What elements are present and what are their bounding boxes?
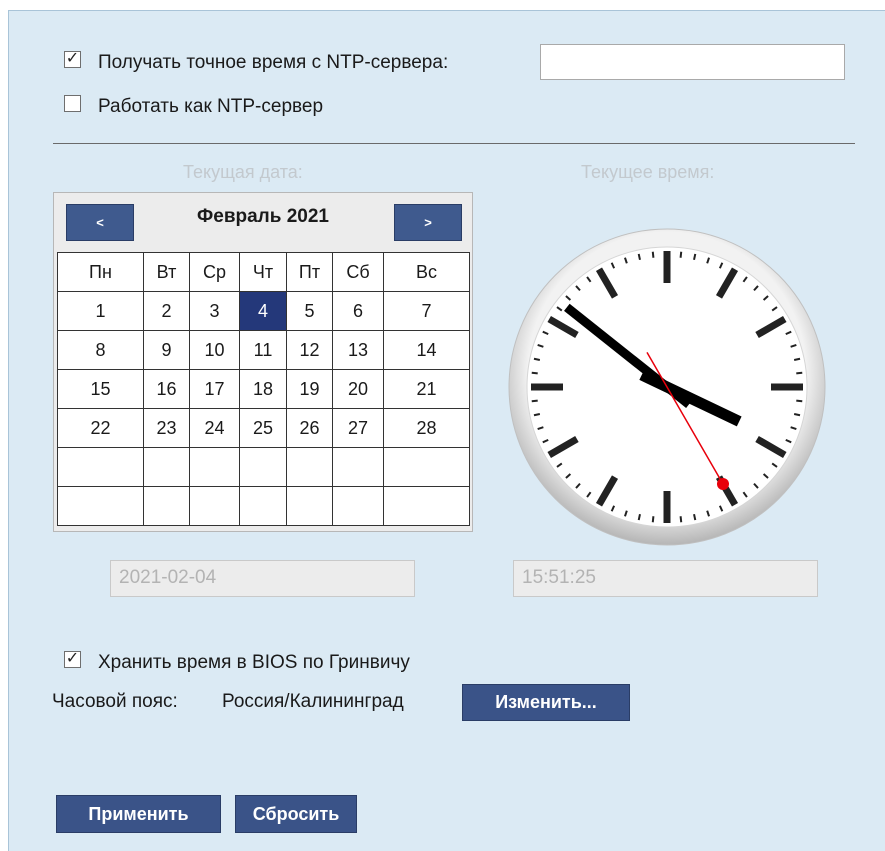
calendar-day[interactable]: 15 xyxy=(57,369,144,409)
calendar-grid: Пн Вт Ср Чт Пт Сб Вс 1 2 3 4 5 6 7 8 9 10 11 12 13 14 15 16 17 1… xyxy=(57,252,470,526)
calendar-day[interactable]: 13 xyxy=(332,330,384,370)
next-month-button[interactable]: > xyxy=(394,204,462,241)
minute-tick xyxy=(693,513,697,521)
minute-tick xyxy=(796,399,803,403)
ntp-sync-label: Получать точное время с NTP-сервера: xyxy=(98,52,449,73)
minute-tick xyxy=(796,371,803,375)
ntp-server-mode-label: Работать как NTP-сервер xyxy=(98,96,324,117)
calendar-empty-cell xyxy=(143,447,190,487)
calendar-empty-cell xyxy=(383,447,470,487)
calendar-empty-cell xyxy=(143,486,190,526)
weekday-header: Пн xyxy=(57,252,144,292)
analog-clock xyxy=(508,228,826,546)
calendar-empty-cell xyxy=(286,447,333,487)
calendar-day[interactable]: 9 xyxy=(143,330,190,370)
calendar-empty-cell xyxy=(332,447,384,487)
weekday-header: Вт xyxy=(143,252,190,292)
calendar-day[interactable]: 21 xyxy=(383,369,470,409)
bios-utc-label: Хранить время в BIOS по Гринвичу xyxy=(98,652,410,673)
weekday-header: Ср xyxy=(189,252,240,292)
calendar-day[interactable]: 16 xyxy=(143,369,190,409)
minute-tick xyxy=(651,251,655,258)
minute-tick xyxy=(693,253,697,261)
calendar-day[interactable]: 26 xyxy=(286,408,333,448)
minute-tick xyxy=(531,399,538,403)
calendar-day[interactable]: 1 xyxy=(57,291,144,331)
minute-tick xyxy=(679,516,683,523)
timezone-label: Часовой пояс: xyxy=(52,691,178,712)
minute-tick xyxy=(651,516,655,523)
calendar-day[interactable]: 2 xyxy=(143,291,190,331)
calendar-day[interactable]: 23 xyxy=(143,408,190,448)
change-timezone-button[interactable]: Изменить... xyxy=(462,684,630,721)
calendar-empty-cell xyxy=(332,486,384,526)
minute-tick xyxy=(531,371,538,375)
minute-tick xyxy=(533,357,541,361)
section-divider xyxy=(53,143,855,144)
minute-tick xyxy=(793,357,801,361)
minute-tick xyxy=(679,251,683,258)
calendar-day[interactable]: 17 xyxy=(189,369,240,409)
weekday-header: Вс xyxy=(383,252,470,292)
date-time-panel: ✓ Получать точное время с NTP-сервера: Р… xyxy=(8,10,885,851)
apply-button[interactable]: Применить xyxy=(56,795,221,833)
bios-utc-checkbox[interactable]: ✓ xyxy=(64,651,81,668)
minute-tick xyxy=(637,513,641,521)
calendar-empty-cell xyxy=(286,486,333,526)
ntp-server-input[interactable] xyxy=(540,44,845,80)
current-date-caption: Текущая дата: xyxy=(183,162,303,182)
calendar-day[interactable]: 11 xyxy=(239,330,287,370)
weekday-header: Пт xyxy=(286,252,333,292)
calendar-day[interactable]: 3 xyxy=(189,291,240,331)
date-field[interactable]: 2021-02-04 xyxy=(110,560,415,597)
minute-tick xyxy=(533,413,541,417)
calendar-empty-cell xyxy=(239,447,287,487)
calendar-empty-cell xyxy=(57,486,144,526)
minute-tick xyxy=(793,413,801,417)
calendar-day[interactable]: 27 xyxy=(332,408,384,448)
calendar-empty-cell xyxy=(239,486,287,526)
calendar-empty-cell xyxy=(189,447,240,487)
ntp-server-mode-checkbox[interactable] xyxy=(64,95,81,112)
weekday-header: Чт xyxy=(239,252,287,292)
weekday-header: Сб xyxy=(332,252,384,292)
ntp-sync-checkbox[interactable]: ✓ xyxy=(64,51,81,68)
calendar-day[interactable]: 4 xyxy=(239,291,287,331)
calendar-empty-cell xyxy=(57,447,144,487)
time-field[interactable]: 15:51:25 xyxy=(513,560,818,597)
calendar: < Февраль 2021 > Пн Вт Ср Чт Пт Сб Вс 1 2 3 4 5 6 7 8 9… xyxy=(53,192,473,532)
reset-button[interactable]: Сбросить xyxy=(235,795,357,833)
calendar-empty-cell xyxy=(189,486,240,526)
second-hand-tip xyxy=(717,477,729,490)
calendar-day[interactable]: 6 xyxy=(332,291,384,331)
calendar-day[interactable]: 28 xyxy=(383,408,470,448)
calendar-day[interactable]: 5 xyxy=(286,291,333,331)
calendar-day[interactable]: 12 xyxy=(286,330,333,370)
timezone-value: Россия/Калининград xyxy=(222,691,404,712)
calendar-day[interactable]: 19 xyxy=(286,369,333,409)
current-time-caption: Текущее время: xyxy=(581,162,715,182)
calendar-day[interactable]: 25 xyxy=(239,408,287,448)
calendar-empty-cell xyxy=(383,486,470,526)
calendar-day[interactable]: 24 xyxy=(189,408,240,448)
calendar-day[interactable]: 18 xyxy=(239,369,287,409)
calendar-day[interactable]: 14 xyxy=(383,330,470,370)
calendar-day[interactable]: 20 xyxy=(332,369,384,409)
calendar-day[interactable]: 7 xyxy=(383,291,470,331)
calendar-day[interactable]: 22 xyxy=(57,408,144,448)
calendar-day[interactable]: 10 xyxy=(189,330,240,370)
minute-tick xyxy=(637,253,641,261)
calendar-day[interactable]: 8 xyxy=(57,330,144,370)
